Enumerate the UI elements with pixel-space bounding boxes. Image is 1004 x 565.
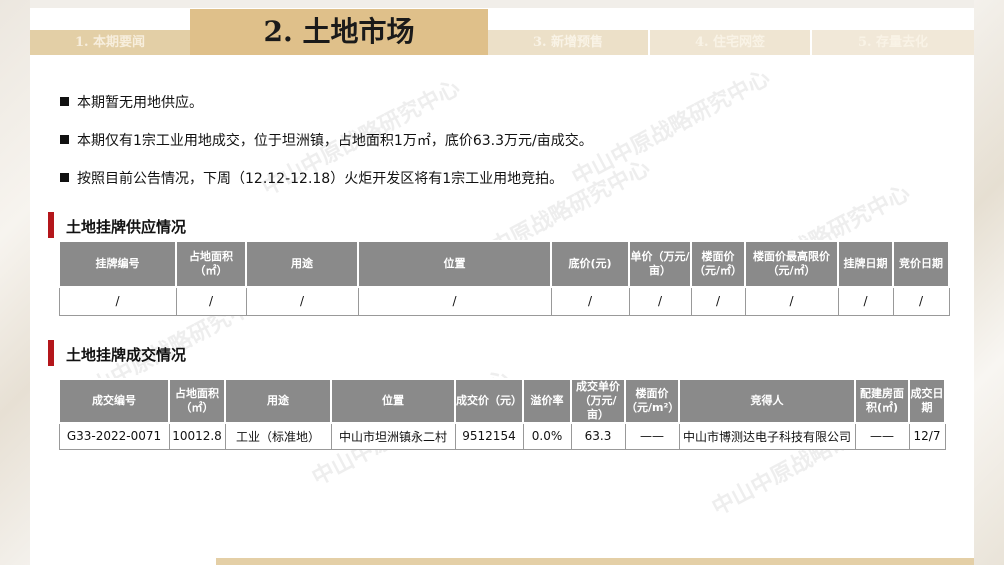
col-header: 竞得人 xyxy=(678,378,856,424)
section-tabs: 1. 本期要闻 3. 新增预售 4. 住宅网签 5. 存量去化 xyxy=(30,30,974,55)
table-cell: 63.3 xyxy=(570,422,626,450)
square-bullet-icon xyxy=(60,135,69,144)
col-header: 配建房面积(㎡) xyxy=(854,378,910,424)
table-cell: / xyxy=(837,286,894,316)
col-header: 位置 xyxy=(330,378,456,424)
table-cell: 10012.8 xyxy=(168,422,226,450)
footer-strip xyxy=(216,558,974,565)
table-cell: / xyxy=(175,286,247,316)
col-header: 成交编号 xyxy=(58,378,170,424)
table-cell: 12/7 xyxy=(908,422,946,450)
bullet-item: 本期暂无用地供应。 xyxy=(58,92,593,130)
table-cell: 中山市博测达电子科技有限公司 xyxy=(678,422,856,450)
col-header: 用途 xyxy=(245,240,359,288)
tab-news[interactable]: 1. 本期要闻 xyxy=(30,30,190,55)
col-header: 挂牌日期 xyxy=(837,240,894,288)
table-cell: 工业（标准地） xyxy=(224,422,332,450)
col-header: 成交单价（万元/亩） xyxy=(570,378,626,424)
table-cell: 9512154 xyxy=(454,422,524,450)
col-header: 楼面价（元/m²） xyxy=(624,378,680,424)
bullet-text: 按照目前公告情况，下周（12.12-12.18）火炬开发区将有1宗工业用地竞拍。 xyxy=(77,171,564,187)
table-cell: —— xyxy=(624,422,680,450)
table-row: G33-2022-0071 10012.8 工业（标准地） 中山市坦洲镇永二村 … xyxy=(58,422,946,450)
bullet-item: 按照目前公告情况，下周（12.12-12.18）火炬开发区将有1宗工业用地竞拍。 xyxy=(58,168,593,206)
bullet-text: 本期暂无用地供应。 xyxy=(77,95,203,111)
table-row: / / / / / / / / / / xyxy=(58,286,950,316)
table-cell: / xyxy=(245,286,359,316)
col-header: 用途 xyxy=(224,378,332,424)
table-cell: 中山市坦洲镇永二村 xyxy=(330,422,456,450)
col-header: 底价(元) xyxy=(550,240,630,288)
table-cell: G33-2022-0071 xyxy=(58,422,170,450)
table-cell: / xyxy=(690,286,746,316)
deal-table: 成交编号 占地面积（㎡） 用途 位置 成交价（元） 溢价率 成交单价（万元/亩）… xyxy=(58,378,946,450)
col-header: 竞价日期 xyxy=(892,240,950,288)
table-cell: / xyxy=(628,286,692,316)
col-header: 楼面价（元/㎡） xyxy=(690,240,746,288)
col-header: 溢价率 xyxy=(522,378,572,424)
left-decoration xyxy=(0,0,30,565)
table-cell: —— xyxy=(854,422,910,450)
deal-section-title: 土地挂牌成交情况 xyxy=(66,346,187,364)
bullet-list: 本期暂无用地供应。 本期仅有1宗工业用地成交，位于坦洲镇，占地面积1万㎡，底价6… xyxy=(58,92,593,206)
tab-new-presale[interactable]: 3. 新增预售 xyxy=(488,30,648,55)
table-header-row: 挂牌编号 占地面积（㎡） 用途 位置 底价(元) 单价（万元/亩） 楼面价（元/… xyxy=(58,240,950,288)
table-cell: / xyxy=(892,286,950,316)
table-cell: / xyxy=(58,286,177,316)
col-header: 成交价（元） xyxy=(454,378,524,424)
square-bullet-icon xyxy=(60,97,69,106)
table-cell: 0.0% xyxy=(522,422,572,450)
col-header: 楼面价最高限价（元/㎡） xyxy=(744,240,839,288)
col-header: 占地面积（㎡） xyxy=(168,378,226,424)
col-header: 单价（万元/亩） xyxy=(628,240,692,288)
tab-stock-clearance[interactable]: 5. 存量去化 xyxy=(812,30,974,55)
supply-table: 挂牌编号 占地面积（㎡） 用途 位置 底价(元) 单价（万元/亩） 楼面价（元/… xyxy=(58,240,950,316)
table-cell: / xyxy=(550,286,630,316)
col-header: 位置 xyxy=(357,240,552,288)
col-header: 占地面积（㎡） xyxy=(175,240,247,288)
right-decoration xyxy=(974,0,1004,565)
col-header: 成交日期 xyxy=(908,378,946,424)
red-marker-icon xyxy=(48,340,54,366)
tab-residential-sign[interactable]: 4. 住宅网签 xyxy=(650,30,810,55)
bullet-item: 本期仅有1宗工业用地成交，位于坦洲镇，占地面积1万㎡，底价63.3万元/亩成交。 xyxy=(58,130,593,168)
table-header-row: 成交编号 占地面积（㎡） 用途 位置 成交价（元） 溢价率 成交单价（万元/亩）… xyxy=(58,378,946,424)
tab-land-market-active[interactable]: 2. 土地市场 xyxy=(190,9,488,55)
table-cell: / xyxy=(357,286,552,316)
supply-section-title: 土地挂牌供应情况 xyxy=(66,218,187,236)
table-cell: / xyxy=(744,286,839,316)
col-header: 挂牌编号 xyxy=(58,240,177,288)
red-marker-icon xyxy=(48,212,54,238)
square-bullet-icon xyxy=(60,173,69,182)
bullet-text: 本期仅有1宗工业用地成交，位于坦洲镇，占地面积1万㎡，底价63.3万元/亩成交。 xyxy=(77,133,593,149)
